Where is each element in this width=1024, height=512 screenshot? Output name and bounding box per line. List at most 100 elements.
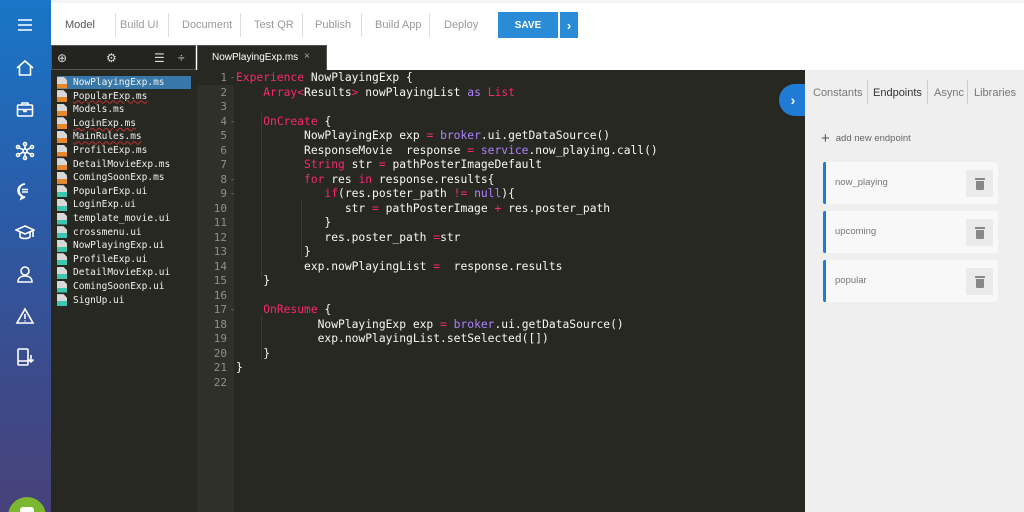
keyword-token: in <box>358 172 373 186</box>
file-item[interactable]: DetailMovieExp.ui <box>57 266 191 279</box>
line-number: 4- <box>220 114 235 128</box>
tab-document[interactable]: Document <box>182 15 232 35</box>
fold-toggle-icon[interactable]: - <box>230 187 235 202</box>
file-item[interactable]: DetailMovieExp.ms <box>57 158 191 171</box>
code-line: NowPlayingExp exp = broker.ui.getDataSou… <box>236 129 611 142</box>
file-item[interactable]: ProfileExp.ui <box>57 253 191 266</box>
support-chat-button[interactable] <box>8 497 46 512</box>
home-icon[interactable] <box>12 55 38 81</box>
collapse-panel-button[interactable]: › <box>779 84 807 116</box>
file-type-badge <box>57 233 67 239</box>
fold-toggle-icon[interactable]: - <box>230 115 235 130</box>
file-item[interactable]: PopularExp.ms <box>57 90 191 103</box>
file-name: SignUp.ui <box>73 294 125 306</box>
file-type-badge <box>57 178 67 184</box>
ms-file-icon <box>57 90 67 103</box>
tab-libraries[interactable]: Libraries <box>974 84 1016 102</box>
line-number: 7 <box>220 158 227 171</box>
line-number: 20 <box>213 346 227 360</box>
close-icon[interactable]: × <box>304 51 310 62</box>
keyword-token: = <box>433 230 441 244</box>
trash-icon <box>974 275 985 288</box>
graduation-cap-icon[interactable] <box>12 220 38 246</box>
left-nav <box>0 0 51 512</box>
file-type-badge <box>57 165 67 171</box>
file-name: DetailMovieExp.ms <box>73 158 171 170</box>
menu-icon[interactable] <box>12 12 38 38</box>
keyword-token: > <box>351 85 359 99</box>
file-item[interactable]: template_movie.ui <box>57 212 191 225</box>
warning-icon[interactable] <box>12 303 38 329</box>
ui-file-icon <box>57 226 67 239</box>
app-window: Model Build UI Document Test QR Publish … <box>0 0 1024 512</box>
builtin-token: broker <box>453 317 495 331</box>
keyword-token: OnCreate <box>263 114 318 128</box>
fold-toggle-icon[interactable]: - <box>230 71 235 86</box>
user-icon[interactable] <box>12 261 38 287</box>
endpoint-item[interactable]: upcoming <box>823 211 998 253</box>
mobile-download-icon[interactable] <box>12 344 38 370</box>
tab-endpoints[interactable]: Endpoints <box>873 84 922 102</box>
line-number: 19 <box>213 332 227 345</box>
file-item[interactable]: ComingSoonExp.ui <box>57 280 191 293</box>
file-name: DetailMovieExp.ui <box>73 267 171 279</box>
settings-icon[interactable]: ⚙ <box>106 51 117 65</box>
tab-build-ui[interactable]: Build UI <box>120 15 159 35</box>
network-icon[interactable] <box>12 138 38 164</box>
file-item[interactable]: SignUp.ui <box>57 294 191 307</box>
keyword-token: List <box>487 85 515 99</box>
file-item[interactable]: ProfileExp.ms <box>57 144 191 157</box>
delete-endpoint-button[interactable] <box>966 219 993 246</box>
file-item[interactable]: Models.ms <box>57 103 191 116</box>
line-number: 10 <box>213 201 227 215</box>
code-line: } <box>236 346 271 360</box>
file-item[interactable]: ComingSoonExp.ms <box>57 171 191 184</box>
editor-tab[interactable]: NowPlayingExp.ms × <box>197 45 327 70</box>
tab-deploy[interactable]: Deploy <box>444 15 478 35</box>
delete-endpoint-button[interactable] <box>966 170 993 197</box>
file-type-badge <box>57 124 67 130</box>
file-type-badge <box>57 137 67 143</box>
tab-test-qr[interactable]: Test QR <box>254 15 294 35</box>
file-name: Models.ms <box>73 104 125 116</box>
save-button[interactable]: SAVE <box>498 12 558 38</box>
file-item[interactable]: NowPlayingExp.ui <box>57 239 191 252</box>
file-type-badge <box>57 205 67 211</box>
file-item[interactable]: PopularExp.ui <box>57 185 191 198</box>
fold-toggle-icon[interactable]: - <box>230 173 235 188</box>
file-name: PopularExp.ui <box>73 185 148 197</box>
endpoint-item[interactable]: popular <box>823 260 998 302</box>
code-line: OnCreate { <box>263 114 332 128</box>
file-name: template_movie.ui <box>73 213 171 224</box>
delete-endpoint-button[interactable] <box>966 268 993 295</box>
code-editor[interactable]: 1-2 3 4-5 6 7 8-9-10 11 12 13 14 15 16 17-18 19 20 21 22… <box>197 70 805 512</box>
file-item[interactable]: MainRules.ms <box>57 130 191 143</box>
add-file-icon[interactable]: ⊕ <box>57 51 67 65</box>
keyword-token: + <box>494 201 502 215</box>
tab-async[interactable]: Async <box>934 84 964 102</box>
divider <box>429 13 430 37</box>
file-item[interactable]: LoginExp.ms <box>57 117 191 130</box>
tab-constants[interactable]: Constants <box>813 84 863 102</box>
file-item[interactable]: crossmenu.ui <box>57 226 191 239</box>
chat-icon[interactable] <box>12 178 38 204</box>
builtin-token: as <box>467 85 481 99</box>
briefcase-icon[interactable] <box>12 96 38 122</box>
top-bar: Model Build UI Document Test QR Publish … <box>51 0 1024 44</box>
trash-icon <box>974 226 985 239</box>
add-endpoint-button[interactable]: + add new endpoint <box>821 130 911 147</box>
code-line: } <box>236 274 271 287</box>
file-item[interactable]: LoginExp.ui <box>57 198 191 211</box>
tab-build-app[interactable]: Build App <box>375 15 421 35</box>
fold-toggle-icon[interactable]: - <box>230 303 235 318</box>
endpoint-item[interactable]: now_playing <box>823 162 998 204</box>
file-item[interactable]: NowPlayingExp.ms <box>57 76 191 89</box>
ms-file-icon <box>57 103 67 116</box>
list-icon[interactable]: ☰ <box>154 51 165 65</box>
line-number: 8- <box>220 172 235 186</box>
split-icon[interactable]: ÷ <box>178 51 185 65</box>
tab-publish[interactable]: Publish <box>315 15 351 35</box>
editor-tab-label: NowPlayingExp.ms <box>212 52 299 63</box>
tab-model[interactable]: Model <box>65 15 95 35</box>
save-options-button[interactable]: › <box>560 12 578 38</box>
